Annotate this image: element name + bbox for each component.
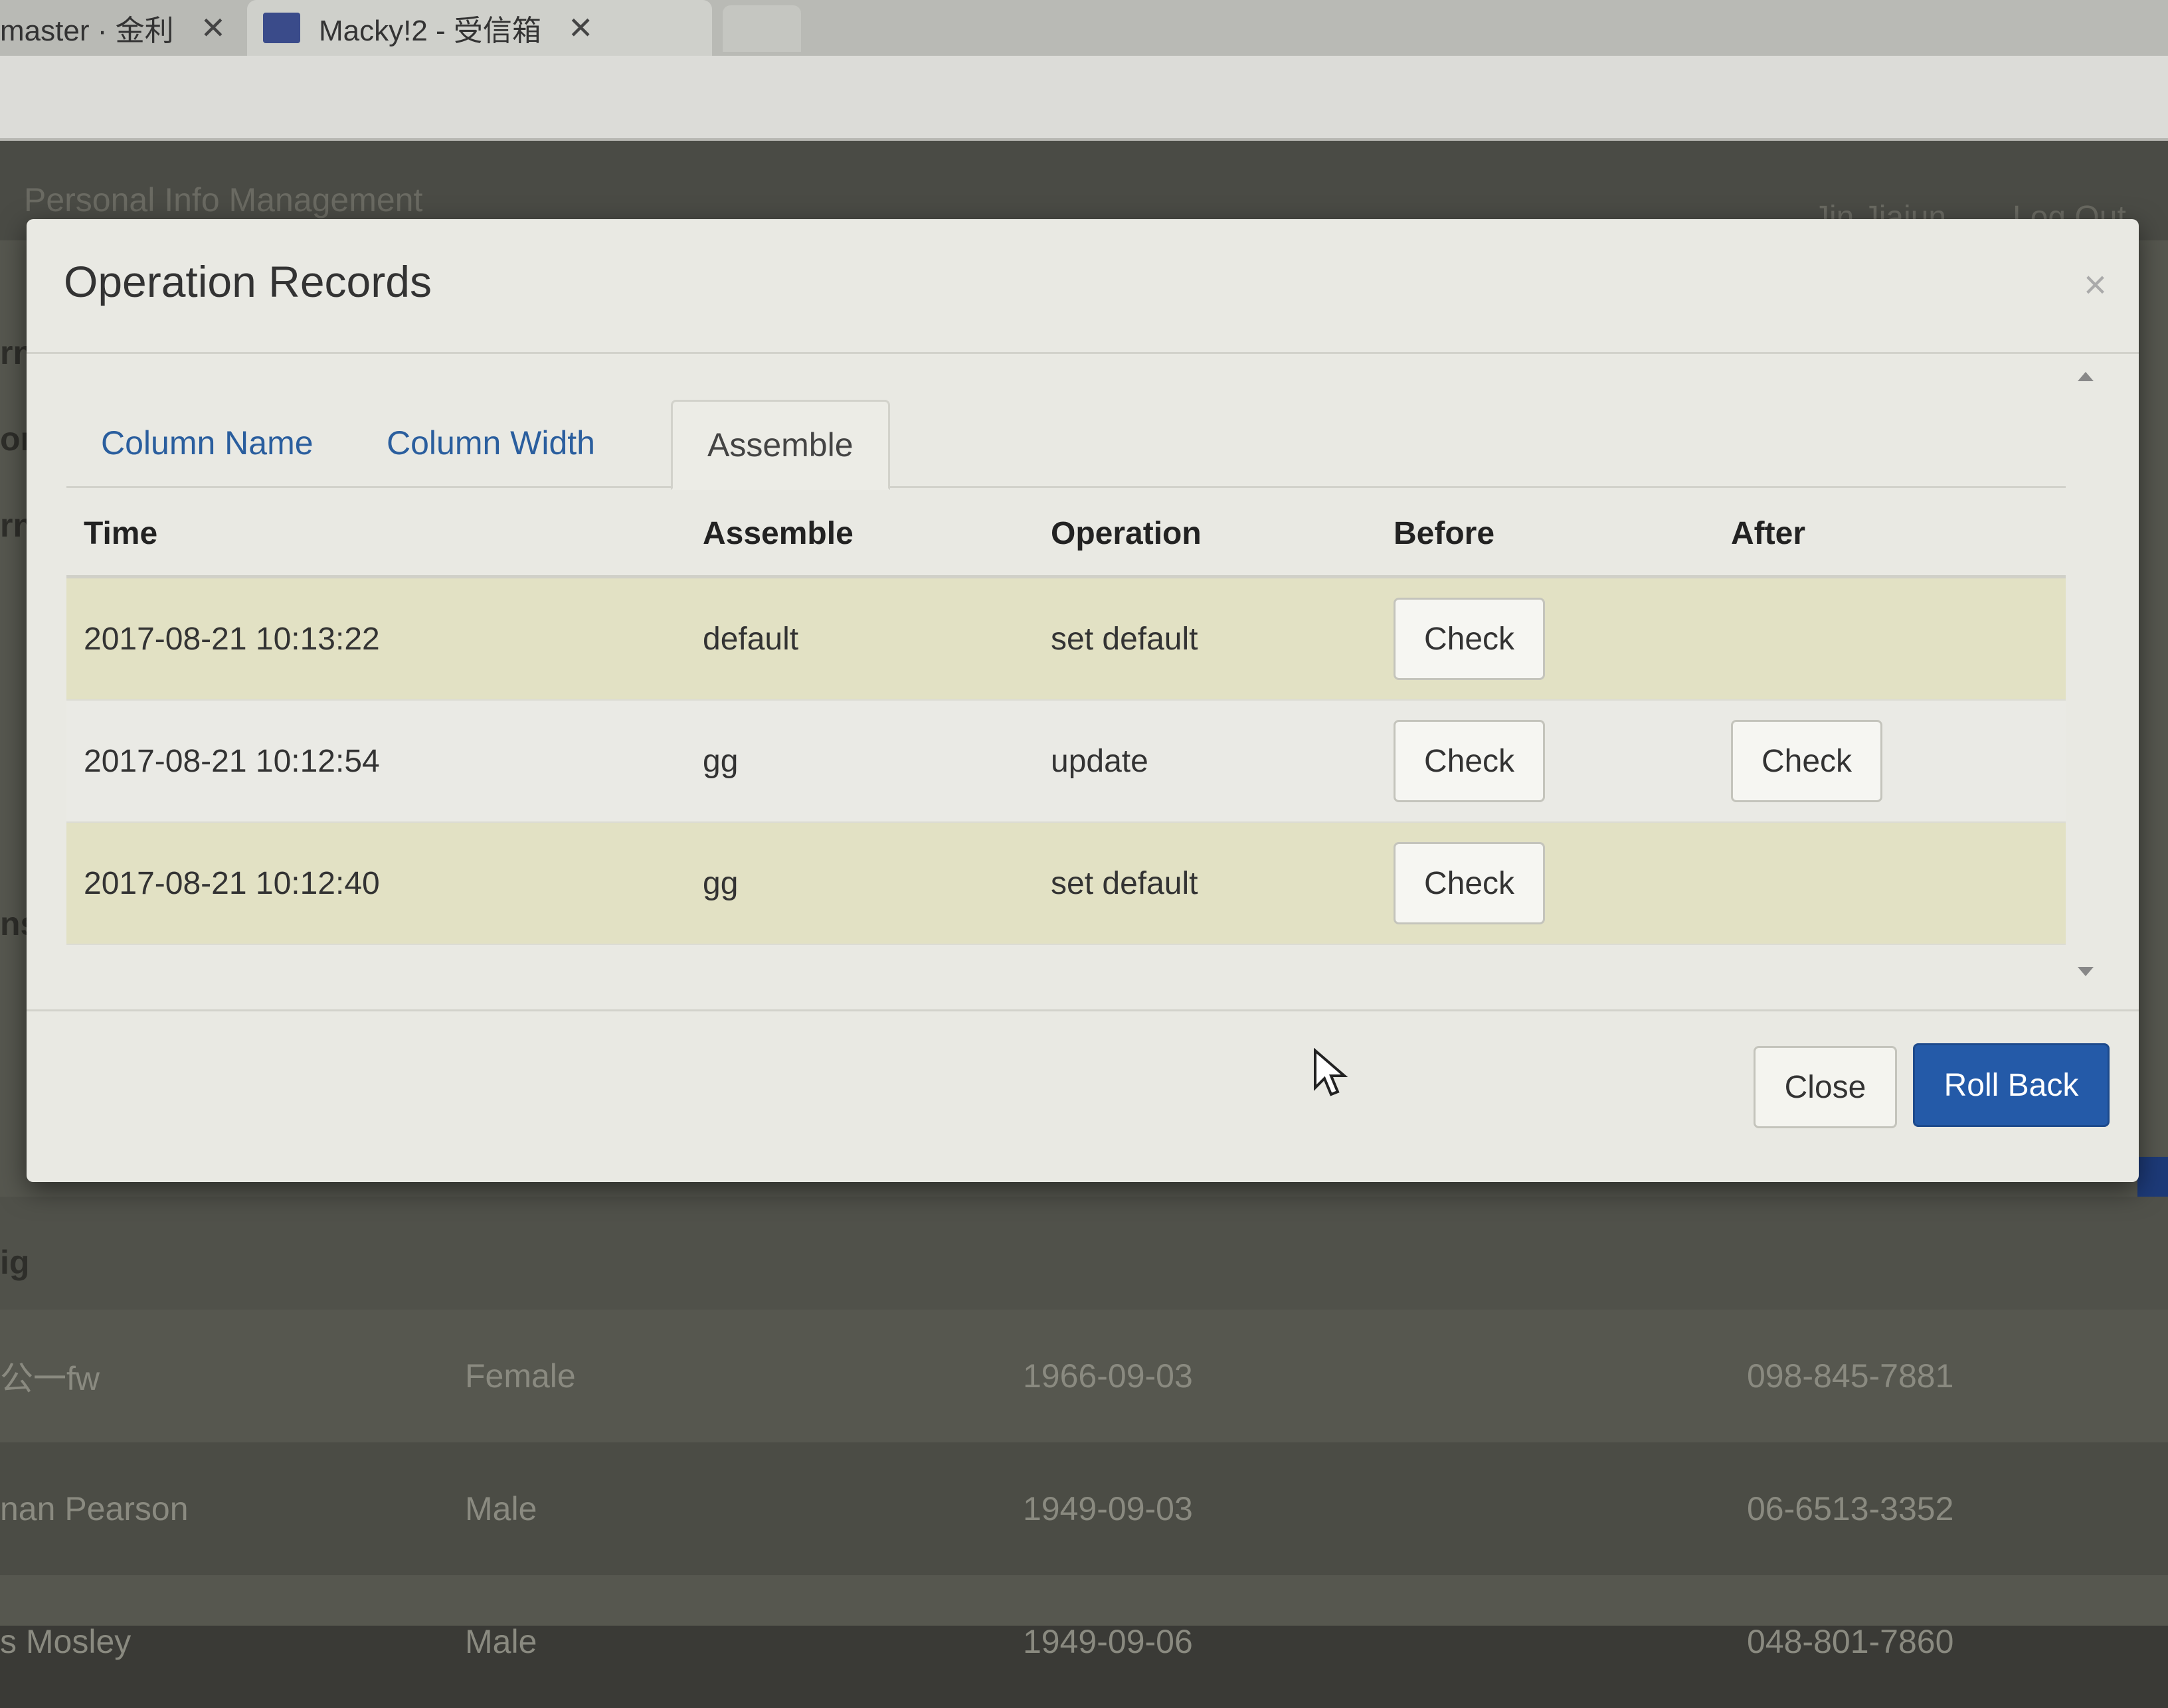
cell-operation: update: [1051, 743, 1148, 779]
header-operation: Operation: [1051, 515, 1202, 551]
table-row: 2017-08-21 10:12:40 gg set default Check: [66, 823, 2066, 945]
cell-name: nan Pearson: [0, 1490, 189, 1527]
cell-before: Check: [1394, 720, 1731, 802]
cell-phone: 048-801-7860: [1747, 1623, 1954, 1660]
new-tab-button[interactable]: [723, 5, 801, 52]
cell-before: Check: [1394, 842, 1731, 924]
cell-dob: 1949-09-06: [1023, 1623, 1193, 1660]
header-time: Time: [84, 515, 158, 551]
after-check-button[interactable]: Check: [1731, 720, 1882, 802]
browser-toolbar: [0, 56, 2168, 141]
cell-operation: set default: [1051, 865, 1198, 901]
tab-assemble[interactable]: Assemble: [671, 400, 890, 490]
tab-column-width[interactable]: Column Width: [352, 400, 630, 486]
cell-name: 公一fw: [0, 1360, 100, 1397]
mouse-pointer-icon: [1314, 1048, 1348, 1096]
browser-tab-label: Macky!2 - 受信箱: [319, 15, 541, 47]
modal-header: Operation Records ×: [27, 219, 2139, 354]
before-check-button[interactable]: Check: [1394, 842, 1545, 924]
scroll-up-icon[interactable]: [2078, 372, 2094, 381]
cell-after: Check: [1731, 720, 2063, 802]
app-title: Personal Info Management: [24, 181, 423, 218]
cell-gender: Male: [465, 1623, 537, 1660]
browser-tab-macky[interactable]: Macky!2 - 受信箱 ✕: [247, 0, 712, 56]
table-header: Time Assemble Operation Before After: [66, 491, 2066, 578]
header-after: After: [1731, 515, 1806, 551]
cell-gender: Male: [465, 1490, 537, 1527]
background-table-row: s Mosley Male 1949-09-06 048-801-7860: [0, 1575, 2168, 1708]
operation-records-modal: Operation Records × Column Name Column W…: [27, 219, 2139, 1182]
cell-name: s Mosley: [0, 1623, 132, 1660]
cell-phone: 06-6513-3352: [1747, 1490, 1954, 1527]
modal-footer: Close Roll Back: [27, 1009, 2139, 1184]
record-tabs: Column Name Column Width Assemble: [66, 385, 2066, 490]
records-table: Time Assemble Operation Before After 201…: [66, 491, 2066, 945]
modal-scrollbar[interactable]: [2072, 365, 2099, 976]
cell-time: 2017-08-21 10:12:54: [84, 743, 380, 779]
background-table-header: ig: [0, 1197, 2168, 1310]
cell-assemble: gg: [703, 865, 739, 901]
before-check-button[interactable]: Check: [1394, 598, 1545, 680]
roll-back-button[interactable]: Roll Back: [1913, 1043, 2110, 1127]
cell-dob: 1949-09-03: [1023, 1490, 1193, 1527]
header-assemble: Assemble: [703, 515, 854, 551]
side-text-fragment: ig: [0, 1244, 30, 1281]
close-icon[interactable]: ×: [2084, 262, 2107, 307]
modal-title: Operation Records: [64, 257, 432, 306]
cell-dob: 1966-09-03: [1023, 1357, 1193, 1395]
cell-operation: set default: [1051, 621, 1198, 657]
modal-body: Column Name Column Width Assemble Time A…: [66, 385, 2066, 976]
background-table-row: 公一fw Female 1966-09-03 098-845-7881: [0, 1310, 2168, 1442]
scroll-down-icon[interactable]: [2078, 967, 2094, 976]
cell-time: 2017-08-21 10:13:22: [84, 621, 380, 657]
cell-time: 2017-08-21 10:12:40: [84, 865, 380, 901]
cell-before: Check: [1394, 598, 1731, 680]
cell-gender: Female: [465, 1357, 576, 1395]
background-table: ig 公一fw Female 1966-09-03 098-845-7881 n…: [0, 1197, 2168, 1708]
cell-assemble: default: [703, 621, 799, 657]
cell-phone: 098-845-7881: [1747, 1357, 1954, 1395]
tab-column-name[interactable]: Column Name: [66, 400, 348, 486]
tab-close-icon[interactable]: ✕: [568, 10, 594, 46]
table-row: 2017-08-21 10:12:54 gg update Check Chec…: [66, 701, 2066, 823]
before-check-button[interactable]: Check: [1394, 720, 1545, 802]
cell-assemble: gg: [703, 743, 739, 779]
tab-close-icon[interactable]: ✕: [201, 10, 226, 46]
header-before: Before: [1394, 515, 1495, 551]
browser-tab-bar: master · 金利 ✕ Macky!2 - 受信箱 ✕: [0, 0, 2168, 56]
background-table-row: nan Pearson Male 1949-09-03 06-6513-3352: [0, 1442, 2168, 1575]
browser-tab-label: master · 金利: [0, 15, 174, 47]
mail-favicon-icon: [263, 13, 300, 43]
browser-tab-master[interactable]: master · 金利 ✕: [0, 0, 226, 56]
table-row: 2017-08-21 10:13:22 default set default …: [66, 578, 2066, 701]
close-button[interactable]: Close: [1754, 1046, 1897, 1128]
